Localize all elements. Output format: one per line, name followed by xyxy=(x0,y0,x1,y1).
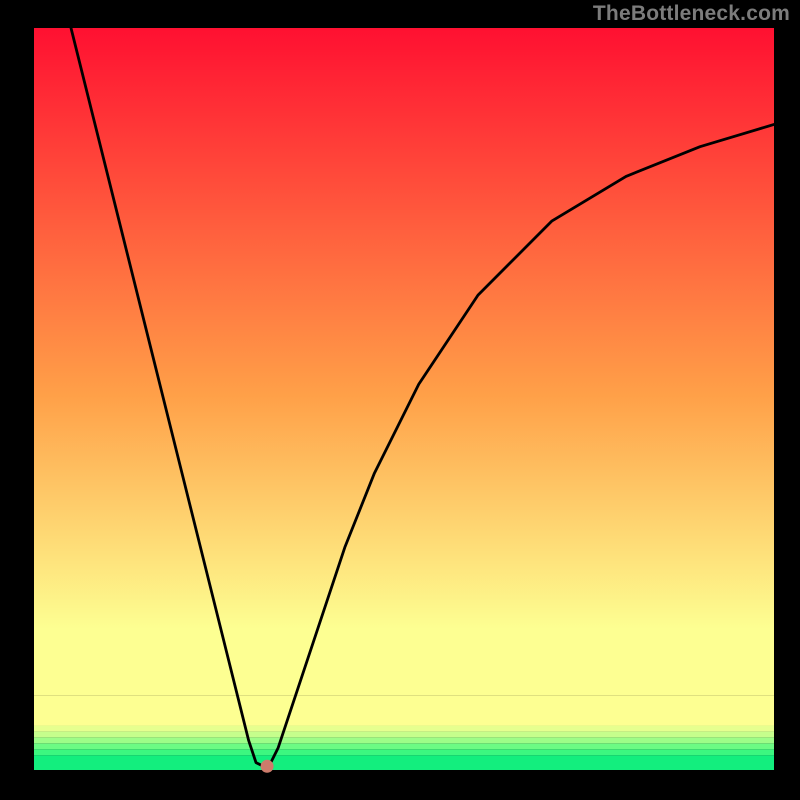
band-2 xyxy=(34,743,774,749)
band-1 xyxy=(34,749,774,755)
gradient-bg xyxy=(34,28,774,696)
marker-dot xyxy=(261,760,274,773)
band-6 xyxy=(34,696,774,726)
chart-frame: TheBottleneck.com xyxy=(0,0,800,800)
band-0 xyxy=(34,755,774,770)
band-4 xyxy=(34,731,774,737)
bottleneck-chart xyxy=(0,0,800,800)
band-5 xyxy=(34,725,774,731)
band-3 xyxy=(34,737,774,743)
